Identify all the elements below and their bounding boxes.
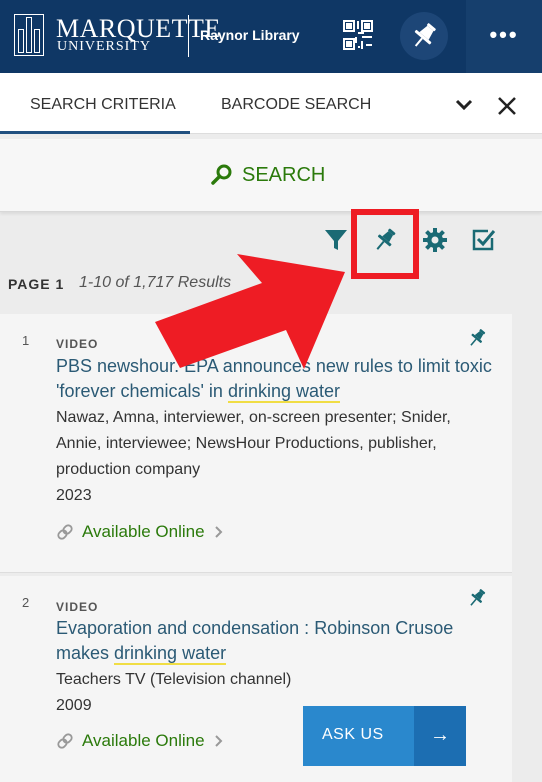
arrow-right-icon: → — [414, 706, 466, 766]
link-icon — [57, 524, 73, 540]
library-name[interactable]: Raynor Library — [200, 26, 300, 44]
search-button[interactable]: SEARCH — [210, 161, 325, 189]
highlighted-term: drinking water — [114, 643, 227, 665]
close-icon — [498, 97, 516, 115]
availability-label: Available Online — [82, 731, 205, 750]
result-title[interactable]: Evaporation and condensation : Robinson … — [56, 616, 496, 666]
ask-us-button[interactable]: ASK US → — [303, 706, 466, 766]
tab-search-criteria[interactable]: SEARCH CRITERIA — [30, 95, 176, 115]
chevron-right-icon — [214, 735, 222, 747]
result-authors: Nawaz, Amna, interviewer, on-screen pres… — [56, 409, 451, 478]
settings-button[interactable] — [421, 226, 449, 254]
chevron-down-icon — [455, 99, 473, 111]
checkbox-icon — [472, 229, 496, 251]
result-type: VIDEO — [56, 337, 99, 351]
brand-divider — [188, 15, 189, 57]
top-header: MARQUETTE UNIVERSITY Raynor Library ••• — [0, 0, 542, 73]
pushpin-icon — [470, 589, 486, 606]
ask-us-label: ASK US — [322, 726, 384, 743]
qr-code-icon — [343, 20, 373, 50]
result-number: 2 — [22, 595, 30, 610]
result-item: 1 VIDEO PBS newshour. EPA announces new … — [0, 314, 512, 573]
result-title[interactable]: PBS newshour. EPA announces new rules to… — [56, 354, 496, 404]
pin-result-button[interactable] — [466, 327, 488, 349]
search-tabs: SEARCH CRITERIA BARCODE SEARCH — [0, 73, 542, 134]
page-label: PAGE 1 — [8, 276, 65, 292]
highlighted-term: drinking water — [227, 381, 340, 403]
search-panel: SEARCH — [0, 139, 542, 212]
select-results-button[interactable] — [470, 226, 498, 254]
availability-link[interactable]: Available Online — [56, 521, 225, 543]
collapse-button[interactable] — [452, 95, 476, 115]
results-count: 1-10 of 1,717 Results — [79, 274, 232, 291]
filter-icon — [325, 230, 347, 250]
active-tab-indicator — [0, 131, 190, 134]
availability-link[interactable]: Available Online — [56, 730, 225, 752]
result-type: VIDEO — [56, 600, 99, 614]
result-number: 1 — [22, 333, 30, 348]
marquette-logo-icon[interactable] — [14, 14, 44, 56]
close-button[interactable] — [494, 93, 520, 119]
pin-result-button[interactable] — [466, 587, 488, 609]
link-icon — [57, 733, 73, 749]
result-year: 2023 — [56, 487, 92, 504]
pinned-items-button[interactable] — [400, 12, 448, 60]
chevron-right-icon — [214, 526, 222, 538]
tab-barcode-search[interactable]: BARCODE SEARCH — [221, 95, 371, 115]
more-options-button[interactable]: ••• — [466, 0, 542, 73]
availability-label: Available Online — [82, 522, 205, 541]
qr-code-button[interactable] — [342, 19, 374, 51]
pushpin-icon — [414, 23, 436, 47]
gear-icon — [423, 228, 447, 252]
search-button-label: SEARCH — [242, 164, 326, 186]
result-authors: Teachers TV (Television channel) — [56, 671, 292, 688]
filter-button[interactable] — [322, 226, 350, 254]
pushpin-icon — [470, 329, 486, 346]
annotation-highlight-box — [351, 209, 419, 279]
search-icon — [211, 164, 232, 185]
brand-subtitle: UNIVERSITY — [57, 39, 151, 54]
